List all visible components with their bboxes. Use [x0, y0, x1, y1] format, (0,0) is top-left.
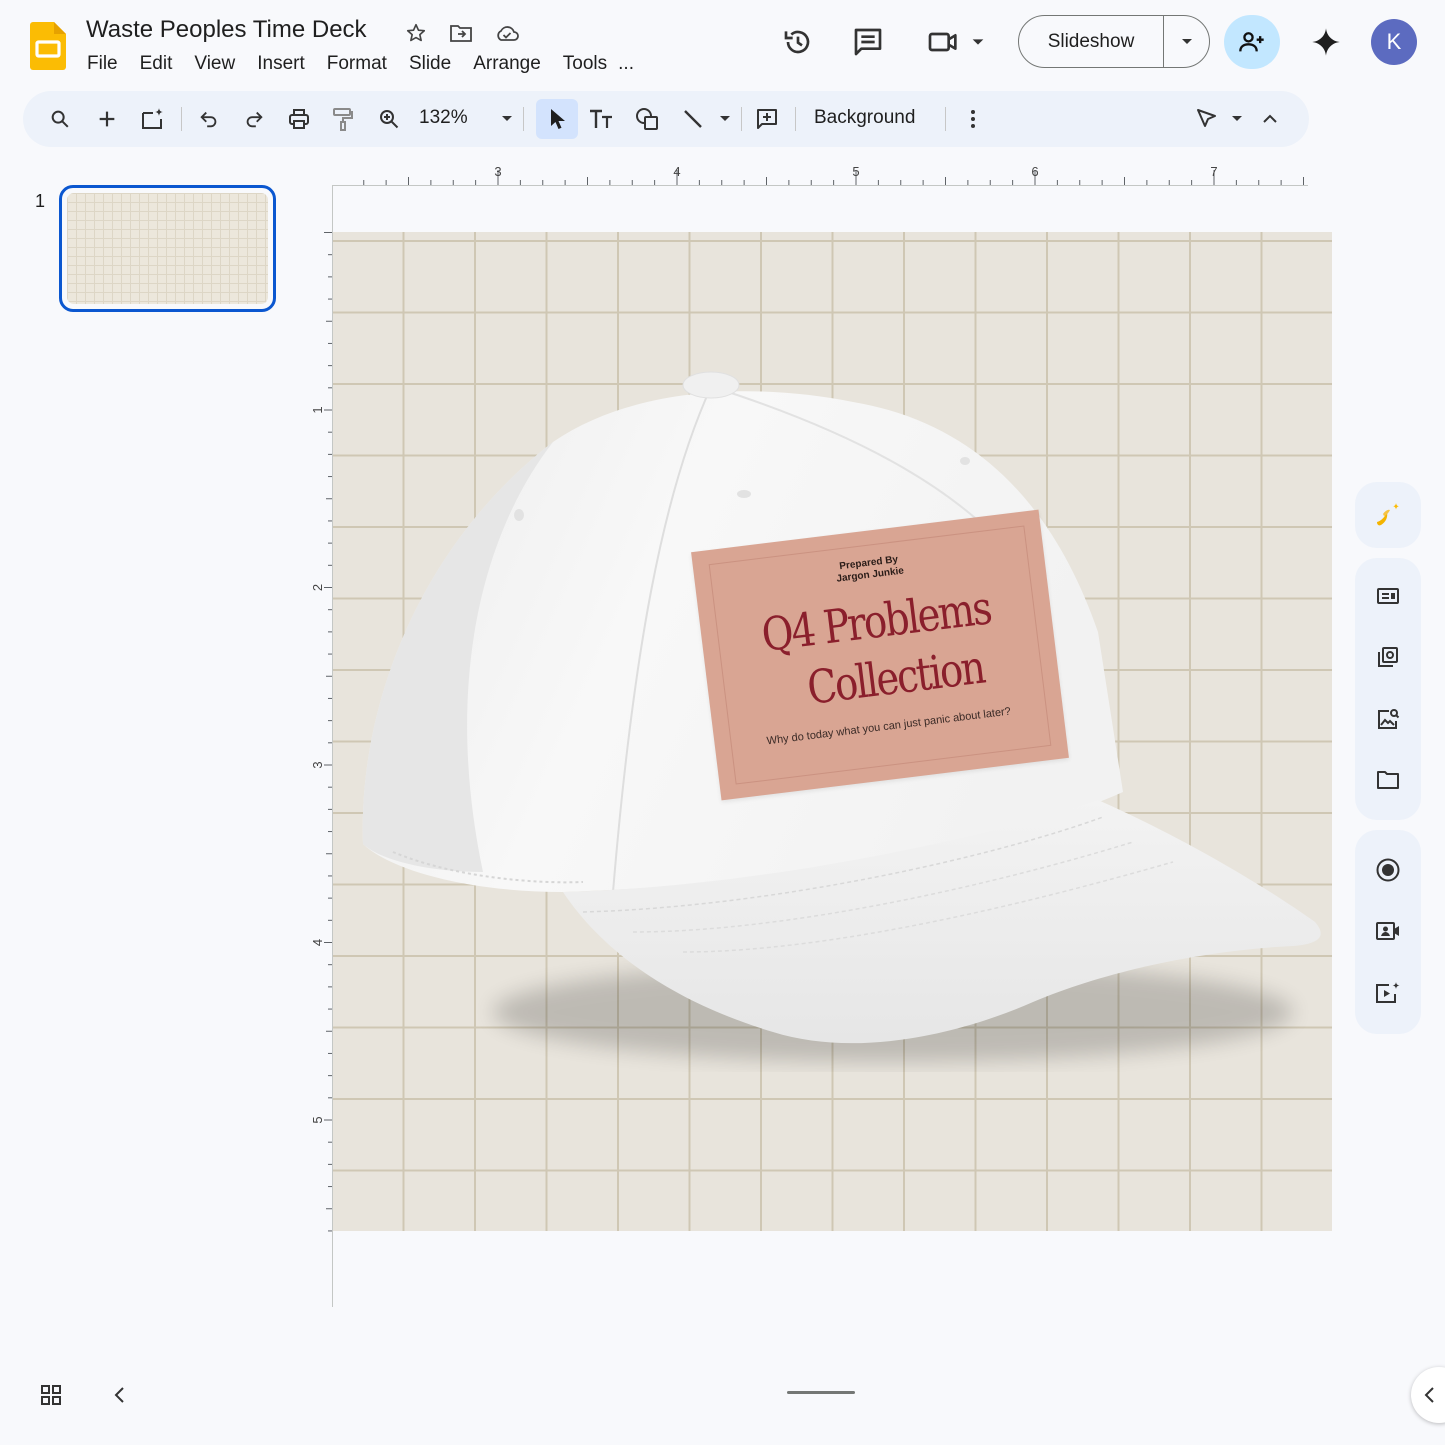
vertical-ruler[interactable]: 1 2 3 4 5 — [310, 232, 334, 1232]
video-presenter-icon[interactable] — [1370, 913, 1406, 949]
ruler-label: 4 — [673, 164, 680, 179]
ruler-label: 7 — [1210, 164, 1217, 179]
menu-slide[interactable]: Slide — [398, 52, 462, 76]
more-options-icon[interactable] — [959, 105, 987, 133]
show-side-panel-chevron-left-icon[interactable] — [1411, 1367, 1445, 1423]
menu-format[interactable]: Format — [316, 52, 398, 76]
image-search-icon[interactable] — [1370, 701, 1406, 737]
speaker-notes-drag-handle[interactable] — [787, 1391, 855, 1394]
text-box-icon[interactable] — [587, 105, 615, 133]
zoom-level[interactable]: 132% — [419, 107, 468, 129]
ruler-label: 5 — [310, 1116, 325, 1123]
version-history-icon[interactable] — [780, 24, 816, 60]
zoom-icon[interactable] — [375, 105, 403, 133]
toolbar-separator — [945, 107, 946, 131]
star-icon[interactable] — [403, 20, 429, 46]
shape-icon[interactable] — [633, 105, 661, 133]
undo-icon[interactable] — [195, 105, 223, 133]
meet-icon[interactable] — [926, 24, 990, 60]
menu-insert[interactable]: Insert — [246, 52, 316, 76]
new-slide-icon[interactable] — [93, 105, 121, 133]
ruler-label: 5 — [852, 164, 859, 179]
select-mode-icon[interactable] — [1193, 105, 1221, 133]
slideshow-button[interactable]: Slideshow — [1019, 16, 1164, 67]
share-button[interactable] — [1224, 15, 1280, 69]
toolbar-separator — [181, 107, 182, 131]
menu-view[interactable]: View — [183, 52, 246, 76]
slideshow-group: Slideshow — [1018, 15, 1210, 68]
cloud-saved-icon[interactable] — [494, 20, 520, 46]
menu-file[interactable]: File — [76, 52, 129, 76]
menu-bar: File Edit View Insert Format Slide Arran… — [76, 52, 645, 76]
slides-logo-icon[interactable] — [30, 22, 66, 70]
move-to-folder-icon[interactable] — [448, 20, 474, 46]
print-icon[interactable] — [285, 105, 313, 133]
line-icon[interactable] — [679, 105, 707, 133]
video-generate-icon[interactable] — [1370, 975, 1406, 1011]
speaker-notes-icon[interactable] — [1370, 578, 1406, 614]
hide-menus-chevron-up-icon[interactable] — [1256, 105, 1284, 133]
collapse-panel-chevron-left-icon[interactable] — [106, 1381, 134, 1409]
slides-library-icon[interactable] — [1370, 639, 1406, 675]
account-avatar[interactable]: K — [1371, 19, 1417, 65]
slide-thumbnail[interactable] — [59, 185, 276, 312]
select-tool-icon[interactable] — [536, 99, 578, 139]
redo-icon[interactable] — [240, 105, 268, 133]
paint-format-icon[interactable] — [329, 105, 357, 133]
line-dropdown-icon[interactable] — [711, 105, 739, 133]
toolbar-separator — [795, 107, 796, 131]
gemini-icon[interactable] — [1306, 22, 1346, 62]
ruler-label: 1 — [310, 406, 325, 413]
menu-more[interactable]: ... — [618, 52, 645, 76]
ruler-label: 2 — [310, 584, 325, 591]
toolbar-separator — [523, 107, 524, 131]
new-slide-with-ai-icon[interactable] — [139, 105, 167, 133]
add-comment-icon[interactable] — [753, 105, 781, 133]
horizontal-ruler[interactable]: 3 4 5 6 7 — [333, 160, 1308, 188]
toolbar-separator — [741, 107, 742, 131]
ruler-label: 3 — [310, 761, 325, 768]
record-icon[interactable] — [1370, 852, 1406, 888]
menu-arrange[interactable]: Arrange — [462, 52, 552, 76]
slideshow-dropdown-icon[interactable] — [1164, 16, 1209, 67]
gemini-image-icon[interactable] — [1370, 497, 1406, 533]
comments-icon[interactable] — [850, 24, 886, 60]
ruler-label: 6 — [1031, 164, 1038, 179]
cap-patch-graphic[interactable]: Prepared By Jargon Junkie Q4 Problems Co… — [691, 509, 1069, 801]
folder-icon[interactable] — [1370, 762, 1406, 798]
ruler-label: 3 — [494, 164, 501, 179]
ruler-label: 4 — [310, 939, 325, 946]
menu-edit[interactable]: Edit — [129, 52, 184, 76]
slide-thumbnail-preview — [67, 193, 268, 304]
slide-number: 1 — [35, 191, 46, 211]
search-menus-icon[interactable] — [46, 105, 74, 133]
menu-tools[interactable]: Tools — [552, 52, 618, 76]
select-mode-dropdown-icon[interactable] — [1223, 105, 1251, 133]
grid-view-icon[interactable] — [37, 1381, 65, 1409]
zoom-dropdown-icon[interactable] — [493, 105, 521, 133]
background-button[interactable]: Background — [814, 107, 915, 129]
slide-canvas[interactable]: Prepared By Jargon Junkie Q4 Problems Co… — [333, 232, 1332, 1231]
person-add-icon — [1239, 32, 1264, 52]
document-title[interactable]: Waste Peoples Time Deck — [86, 16, 367, 44]
toolbar: 132% Background — [23, 91, 1309, 147]
